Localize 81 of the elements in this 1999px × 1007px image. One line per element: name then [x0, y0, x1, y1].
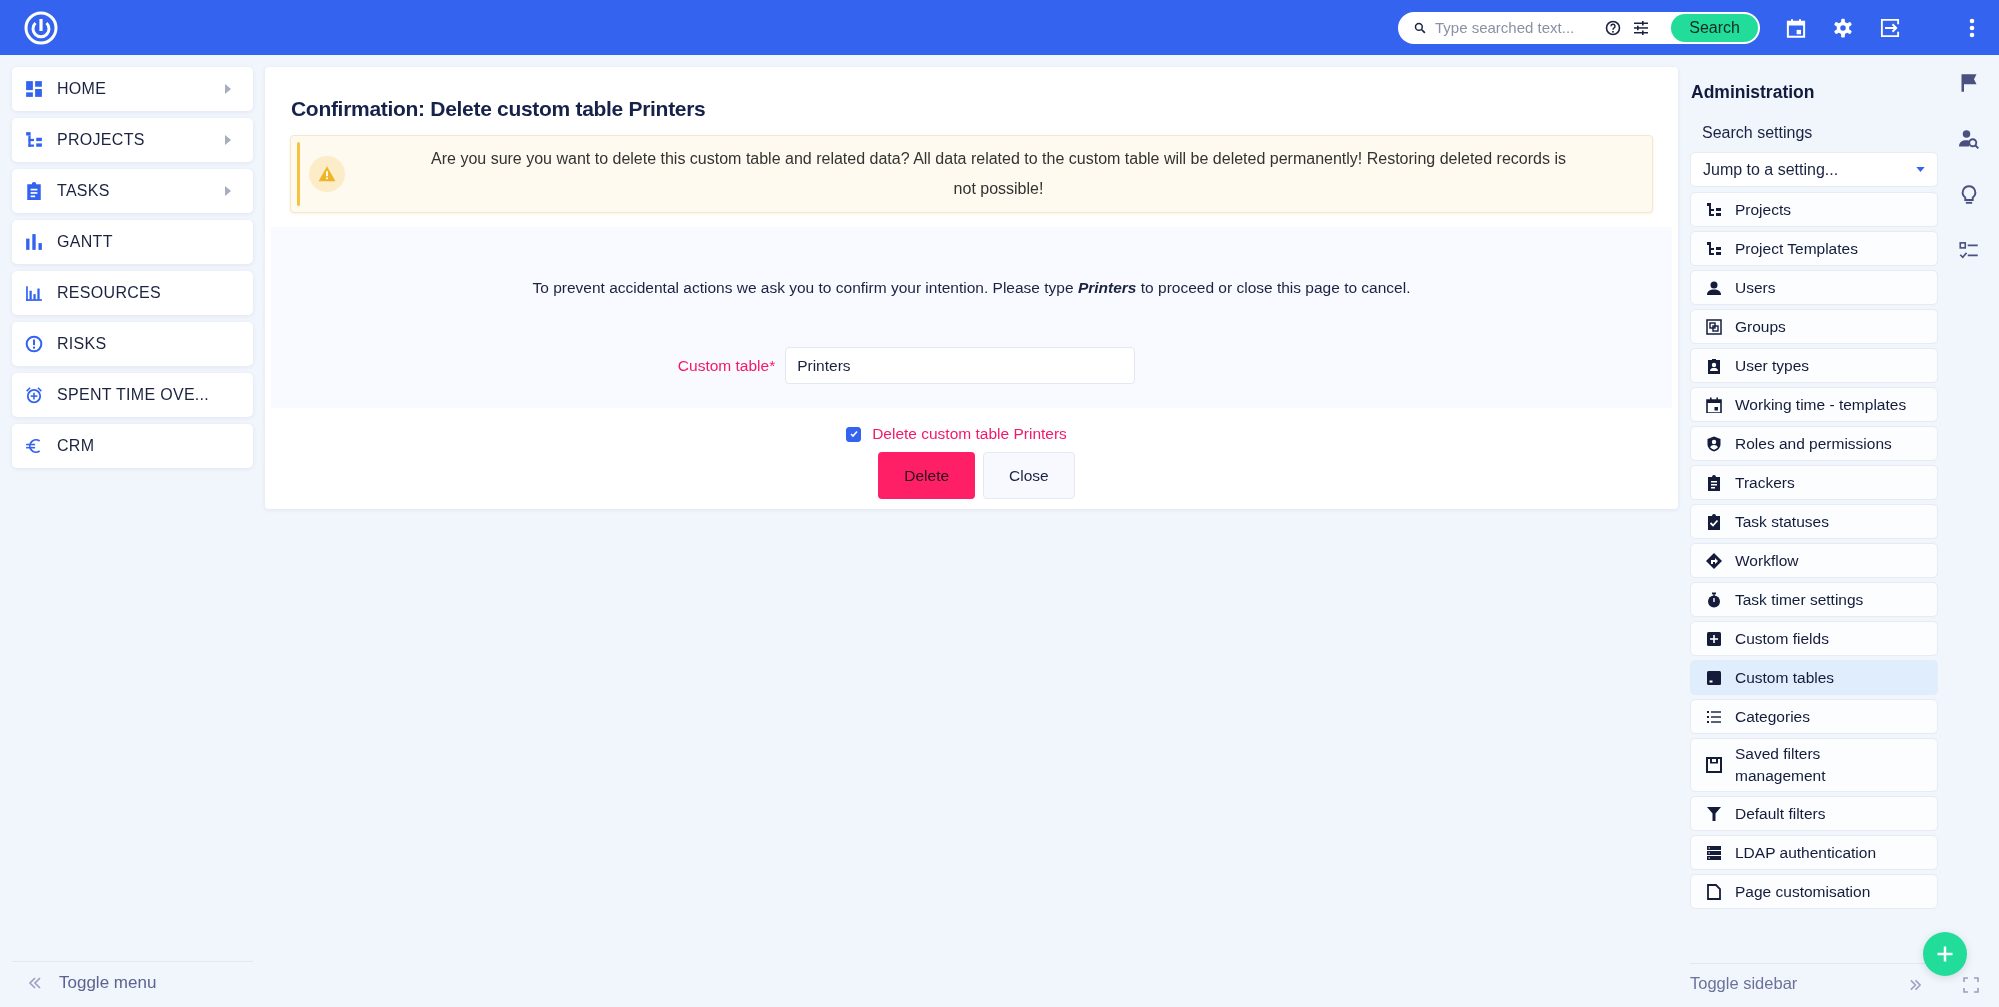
clipboard-icon — [1706, 474, 1722, 491]
clipboard-icon — [25, 182, 43, 200]
custom-table-field[interactable]: Printers — [785, 347, 1136, 384]
search-button[interactable]: Search — [1671, 13, 1758, 42]
checkbox-label[interactable]: Delete custom table Printers — [872, 425, 1067, 443]
settings-item[interactable]: Custom fields — [1690, 621, 1938, 656]
filter-settings-icon[interactable] — [1633, 19, 1649, 36]
list-icon — [1706, 708, 1722, 725]
window-icon — [1706, 669, 1722, 686]
bar-chart-icon — [25, 233, 43, 251]
toggle-menu-button[interactable]: Toggle menu — [28, 973, 157, 993]
settings-item[interactable]: Custom tables — [1690, 660, 1938, 695]
plus-square-icon — [1706, 630, 1722, 647]
menu-item[interactable]: RESOURCES — [12, 271, 253, 315]
logo-icon[interactable] — [24, 10, 58, 45]
settings-item[interactable]: Task timer settings — [1690, 582, 1938, 617]
settings-item[interactable]: Users — [1690, 270, 1938, 305]
settings-item[interactable]: Categories — [1690, 699, 1938, 734]
settings-item[interactable]: Roles and permissions — [1690, 426, 1938, 461]
alert-circle-icon — [25, 335, 43, 353]
stopwatch-icon — [1706, 591, 1722, 608]
settings-item[interactable]: Trackers — [1690, 465, 1938, 500]
page-title: Confirmation: Delete custom table Printers — [290, 96, 707, 122]
hierarchy-icon — [1706, 201, 1722, 218]
menu-item[interactable]: GANTT — [12, 220, 253, 264]
id-badge-icon — [1706, 357, 1722, 374]
menu-item[interactable]: PROJECTS — [12, 118, 253, 162]
hierarchy-icon — [1706, 240, 1722, 257]
sidebar-title: Administration — [1690, 81, 1816, 103]
settings-item[interactable]: Workflow — [1690, 543, 1938, 578]
alarm-clock-icon — [25, 386, 43, 404]
delete-button[interactable]: Delete — [878, 452, 976, 499]
help-icon[interactable] — [1605, 19, 1621, 36]
logout-icon[interactable] — [1880, 17, 1900, 38]
settings-item[interactable]: LDAP authentication — [1690, 835, 1938, 870]
bar-chart-icon — [25, 284, 43, 302]
settings-item[interactable]: Groups — [1690, 309, 1938, 344]
plus-icon — [1935, 944, 1955, 964]
settings-item[interactable]: User types — [1690, 348, 1938, 383]
menu-item[interactable]: HOME — [12, 67, 253, 111]
settings-item[interactable]: Projects — [1690, 192, 1938, 227]
settings-item[interactable]: Saved filters management — [1690, 738, 1938, 792]
settings-icon[interactable] — [1833, 17, 1853, 38]
document-icon — [1706, 883, 1722, 900]
checklist-icon[interactable] — [1958, 241, 1979, 261]
dashboard-icon — [25, 80, 43, 98]
warning-icon — [309, 156, 345, 192]
direction-sign-icon — [1706, 552, 1722, 569]
search-icon — [1414, 21, 1426, 34]
checkmark-icon — [848, 429, 859, 439]
server-icon — [1706, 844, 1722, 861]
menu-item[interactable]: TASKS — [12, 169, 253, 213]
euro-icon — [25, 437, 43, 455]
calendar-icon[interactable] — [1786, 17, 1806, 38]
double-chevron-left-icon — [28, 977, 42, 989]
settings-item[interactable]: Task statuses — [1690, 504, 1938, 539]
instruction-text: To prevent accidental actions we ask you to confirm your intention. Please type Printers to proceed or close this page to cancel. — [532, 279, 1411, 297]
hierarchy-icon — [25, 131, 43, 149]
checkbox[interactable] — [846, 426, 862, 442]
search-settings-label: Search settings — [1701, 124, 1814, 142]
menu-item[interactable]: CRM — [12, 424, 253, 468]
settings-item[interactable]: Working time - templates — [1690, 387, 1938, 422]
funnel-icon — [1706, 805, 1722, 822]
person-icon — [1706, 279, 1722, 296]
settings-item[interactable]: Page customisation — [1690, 874, 1938, 909]
settings-item[interactable]: Project Templates — [1690, 231, 1938, 266]
checked-clipboard-icon — [1706, 513, 1722, 530]
dropdown-arrow-icon — [1916, 167, 1925, 172]
person-search-icon[interactable] — [1958, 129, 1979, 149]
jump-select[interactable]: Jump to a setting... — [1690, 152, 1938, 187]
close-button[interactable]: Close — [983, 452, 1075, 499]
more-icon[interactable] — [1969, 17, 1975, 38]
menu-item[interactable]: SPENT TIME OVE... — [12, 373, 253, 417]
calendar-icon — [1706, 396, 1722, 413]
toggle-sidebar-button[interactable]: Toggle sidebar — [1690, 974, 1798, 993]
warning-text: Are you sure you want to delete this custom table and related data? All data related to the custom table will be deleted permanently! Restoring deleted records is not possible! — [430, 149, 1567, 199]
menu-item[interactable]: RISKS — [12, 322, 253, 366]
field-label: Custom table* — [677, 356, 776, 375]
shield-icon — [1706, 435, 1722, 452]
settings-item[interactable]: Default filters — [1690, 796, 1938, 831]
frame-icon — [1706, 318, 1722, 335]
